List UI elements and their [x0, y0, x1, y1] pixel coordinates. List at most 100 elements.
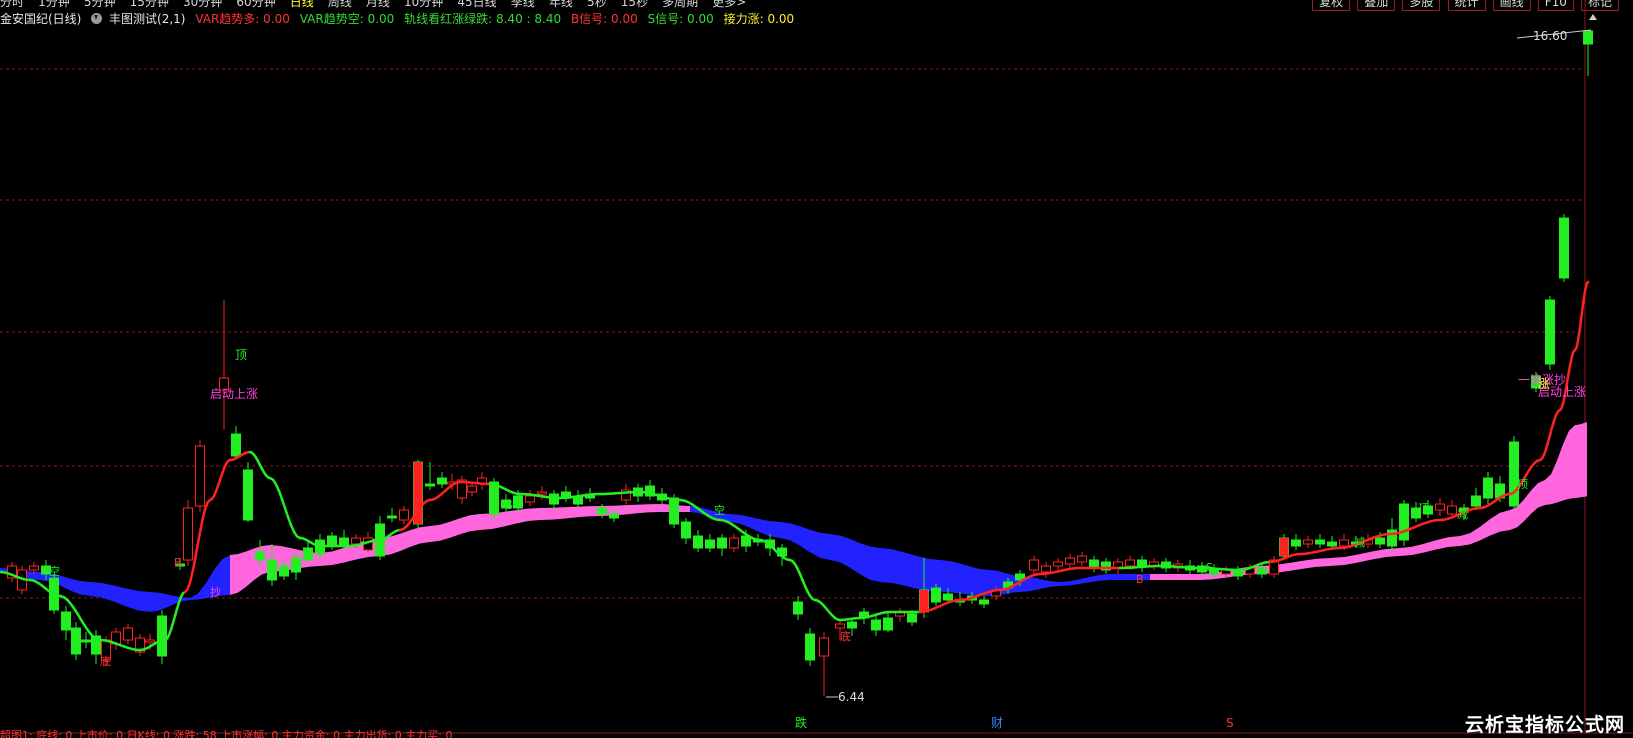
candle-body-down — [931, 587, 941, 603]
ribbon-bear-segment — [880, 548, 892, 584]
ribbon-bear-segment — [1028, 576, 1036, 592]
bottom-signal-label: 底 — [100, 654, 111, 668]
ribbon-bear-segment — [730, 514, 740, 524]
ribbon-bull-segment — [1160, 574, 1170, 580]
candle-body-down — [1257, 567, 1267, 575]
ribbon-bull-segment — [1557, 444, 1563, 503]
empty-signal-label-2: 空 — [714, 503, 725, 517]
fall-event-marker[interactable]: 跌 — [795, 715, 807, 730]
candle-body-up — [835, 623, 845, 629]
ribbon-bull-segment — [470, 514, 480, 532]
ribbon-bear-segment — [860, 543, 870, 580]
candle-body-up — [1065, 557, 1075, 565]
ribbon-bull-segment — [1569, 425, 1575, 499]
ribbon-bull-segment — [1551, 460, 1557, 505]
site-watermark: 云析宝指标公式网 — [1464, 714, 1625, 736]
ribbon-bear-segment — [1110, 574, 1118, 580]
ribbon-bear-segment — [970, 566, 980, 596]
candle-body-up — [525, 495, 535, 503]
candle-body-down — [705, 539, 715, 549]
b-signal-label-2: B — [1136, 573, 1144, 586]
ribbon-bear-segment — [940, 560, 950, 593]
candlestick-chart[interactable]: 16.60 6.44 顶 启动上涨 一浪涨抄 启动上涨 涨 空 空 底 底 S … — [0, 0, 1633, 738]
ribbon-bull-segment — [1500, 510, 1510, 532]
candle-body-down — [681, 521, 691, 539]
candle-body-down — [907, 613, 917, 623]
s-signal-label-2: S — [1206, 561, 1213, 574]
momentum-line-bull — [1566, 369, 1571, 382]
ribbon-bull-segment — [1288, 560, 1302, 572]
candle-body-down — [425, 483, 435, 487]
candle-body-down — [243, 469, 253, 521]
ribbon-bull-segment — [1316, 558, 1330, 567]
ribbon-bull-segment — [1480, 519, 1490, 541]
ribbon-bear-segment — [60, 575, 70, 591]
ribbon-bull-segment — [1578, 423, 1581, 498]
ribbon-bull-segment — [1190, 574, 1200, 580]
candle-body-down — [597, 507, 607, 515]
candle-body-down — [943, 593, 953, 601]
candle-body-down — [1583, 30, 1593, 45]
ribbon-bull-segment — [1490, 512, 1500, 536]
ribbon-bear-segment — [1090, 574, 1100, 583]
ribbon-bear-segment — [740, 514, 750, 528]
start-rise-signal-label: 启动上涨 — [210, 386, 258, 401]
candle-body-up — [351, 537, 361, 545]
ribbon-bull-segment — [1510, 506, 1517, 530]
ribbon-bull-segment — [1302, 558, 1316, 569]
ribbon-bull-segment — [660, 504, 666, 512]
ribbon-bull-segment — [1372, 549, 1386, 560]
ribbon-bear-segment — [928, 558, 940, 592]
candle-body-down — [693, 535, 703, 549]
ribbon-bear-segment — [90, 582, 102, 598]
candle-body-down — [279, 565, 289, 577]
candle-body-down — [871, 619, 881, 631]
ribbon-bull-segment — [1150, 574, 1160, 580]
ribbon-bull-segment — [1386, 548, 1400, 558]
candle-body-up — [123, 627, 133, 641]
candle-body-down — [157, 615, 167, 657]
ribbon-bull-segment — [480, 513, 492, 530]
ribbon-bull-segment — [1575, 424, 1578, 498]
ribbon-bull-segment — [1400, 546, 1412, 556]
ribbon-bull-segment — [1531, 483, 1538, 514]
ribbon-bull-segment — [1584, 422, 1587, 497]
candle-body-up — [145, 639, 155, 643]
candle-body-down — [1137, 559, 1147, 567]
candle-body-up — [1029, 559, 1039, 571]
finance-event-marker[interactable]: 财 — [991, 716, 1003, 730]
ribbon-bull-segment — [504, 510, 516, 527]
candle-body-down — [1509, 441, 1519, 507]
candle-body-down — [847, 621, 857, 629]
top-signal-label-3: 顶 — [1517, 478, 1528, 491]
ribbon-bear-segment — [1080, 576, 1090, 584]
candle-body-down — [71, 627, 81, 655]
ribbon-bear-segment — [126, 588, 138, 611]
reduce-signal-label-2: 减 — [1457, 508, 1468, 521]
candle-body-up — [1041, 565, 1051, 573]
ribbon-bull-segment — [1424, 540, 1436, 553]
ribbon-bear-segment — [1052, 581, 1060, 587]
candle-body-down — [303, 547, 313, 561]
ribbon-bull-segment — [410, 527, 420, 547]
ribbon-bull-segment — [1412, 543, 1424, 555]
ribbon-bear-segment — [1044, 579, 1052, 589]
candle-body-down — [883, 617, 893, 631]
ribbon-bull-segment — [390, 533, 400, 555]
candle-body-up-solid — [919, 590, 929, 612]
ribbon-bear-segment — [222, 555, 230, 596]
rise-signal-label: 涨 — [1538, 376, 1550, 391]
candle-body-down — [437, 477, 447, 485]
momentum-line-bear — [277, 489, 284, 501]
ribbon-bear-segment — [950, 561, 960, 594]
ribbon-bear-segment — [960, 563, 970, 595]
s-event-marker[interactable]: S — [1226, 716, 1234, 730]
ribbon-bull-segment — [1436, 537, 1448, 550]
candle-body-down — [805, 633, 815, 661]
ribbon-bull-segment — [450, 518, 460, 538]
ribbon-bear-segment — [1126, 574, 1134, 580]
ribbon-bull-segment — [540, 507, 552, 520]
ribbon-bear-segment — [840, 535, 850, 568]
ribbon-bear-segment — [800, 526, 810, 553]
ribbon-bear-segment — [150, 592, 158, 612]
